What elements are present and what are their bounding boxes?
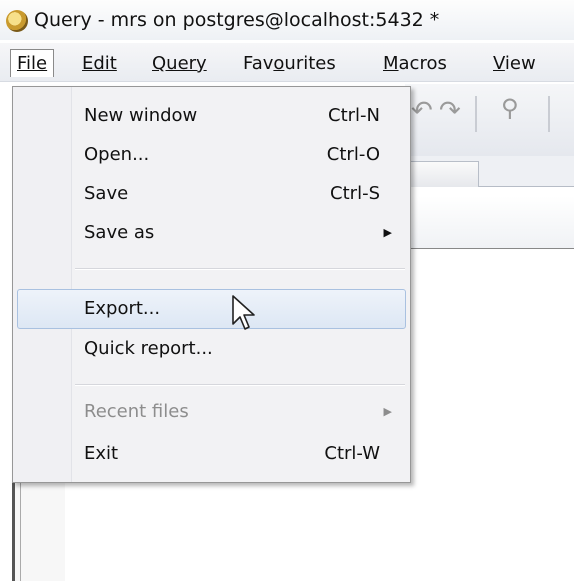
menu-bar: File Edit Query Favourites Macros View — [0, 43, 574, 82]
menu-favourites-label-c: urites — [284, 53, 336, 74]
menu-macros-label-a: M — [383, 53, 399, 74]
menu-item-export[interactable]: Export... — [17, 289, 406, 329]
file-menu-dropdown: New window Ctrl-N Open... Ctrl-O Save Ct… — [12, 86, 411, 483]
menu-item-new-window[interactable]: New window Ctrl-N — [13, 97, 408, 135]
menu-item-save[interactable]: Save Ctrl-S — [13, 175, 408, 213]
window-title: Query - mrs on postgres@localhost:5432 * — [34, 9, 440, 31]
editor-gutter-line — [20, 480, 61, 581]
submenu-arrow-icon: ▶ — [383, 405, 392, 418]
editor-header — [405, 196, 574, 249]
menu-favourites[interactable]: Favourites — [237, 50, 342, 77]
menu-item-label: Recent files — [84, 401, 189, 422]
menu-file[interactable]: File — [10, 49, 55, 77]
menu-query-label: Query — [152, 53, 207, 74]
menu-item-shortcut: Ctrl-W — [324, 443, 380, 464]
menu-item-label: New window — [84, 105, 198, 126]
menu-item-label: Save — [84, 183, 129, 204]
menu-item-open[interactable]: Open... Ctrl-O — [13, 136, 408, 174]
menu-item-quick-report[interactable]: Quick report... — [13, 330, 408, 368]
menu-favourites-label-a: Fav — [243, 53, 274, 74]
menu-item-label: Quick report... — [84, 338, 213, 359]
menu-file-label: File — [17, 53, 48, 74]
mouse-pointer-icon — [232, 295, 255, 330]
menu-item-recent-files: Recent files ▶ — [13, 393, 408, 431]
menu-item-shortcut: Ctrl-S — [330, 183, 380, 204]
menu-separator — [75, 268, 405, 270]
menu-macros[interactable]: Macros — [377, 50, 453, 77]
undo-icon[interactable]: ↶ — [411, 96, 433, 126]
menu-view-label-b: iew — [504, 53, 536, 74]
menu-item-save-as[interactable]: Save as ▶ — [13, 214, 408, 252]
menu-macros-label-b: acros — [398, 53, 447, 74]
menu-item-label: Exit — [84, 443, 119, 464]
menu-item-shortcut: Ctrl-N — [328, 105, 380, 126]
menu-item-exit[interactable]: Exit Ctrl-W — [13, 435, 408, 473]
menu-query[interactable]: Query — [146, 50, 213, 77]
editor-tab[interactable] — [405, 161, 479, 187]
title-bar: Query - mrs on postgres@localhost:5432 * — [0, 0, 574, 40]
submenu-arrow-icon: ▶ — [383, 226, 392, 239]
menu-favourites-label-b: o — [273, 53, 285, 74]
menu-item-label: Save as — [84, 222, 155, 243]
menu-edit-label: Edit — [82, 53, 117, 74]
menu-separator — [75, 384, 405, 386]
menu-item-label: Open... — [84, 144, 150, 165]
toolbar-separator — [475, 96, 477, 132]
menu-edit[interactable]: Edit — [76, 50, 123, 77]
app-elephant-icon — [6, 10, 28, 32]
redo-icon[interactable]: ↷ — [439, 96, 461, 126]
menu-item-label: Export... — [84, 298, 161, 319]
find-icon[interactable]: ⚲ — [501, 94, 519, 122]
toolbar-separator — [548, 96, 550, 132]
menu-item-shortcut: Ctrl-O — [326, 144, 380, 165]
menu-view-label-a: V — [493, 53, 505, 74]
menu-view[interactable]: View — [487, 50, 542, 77]
